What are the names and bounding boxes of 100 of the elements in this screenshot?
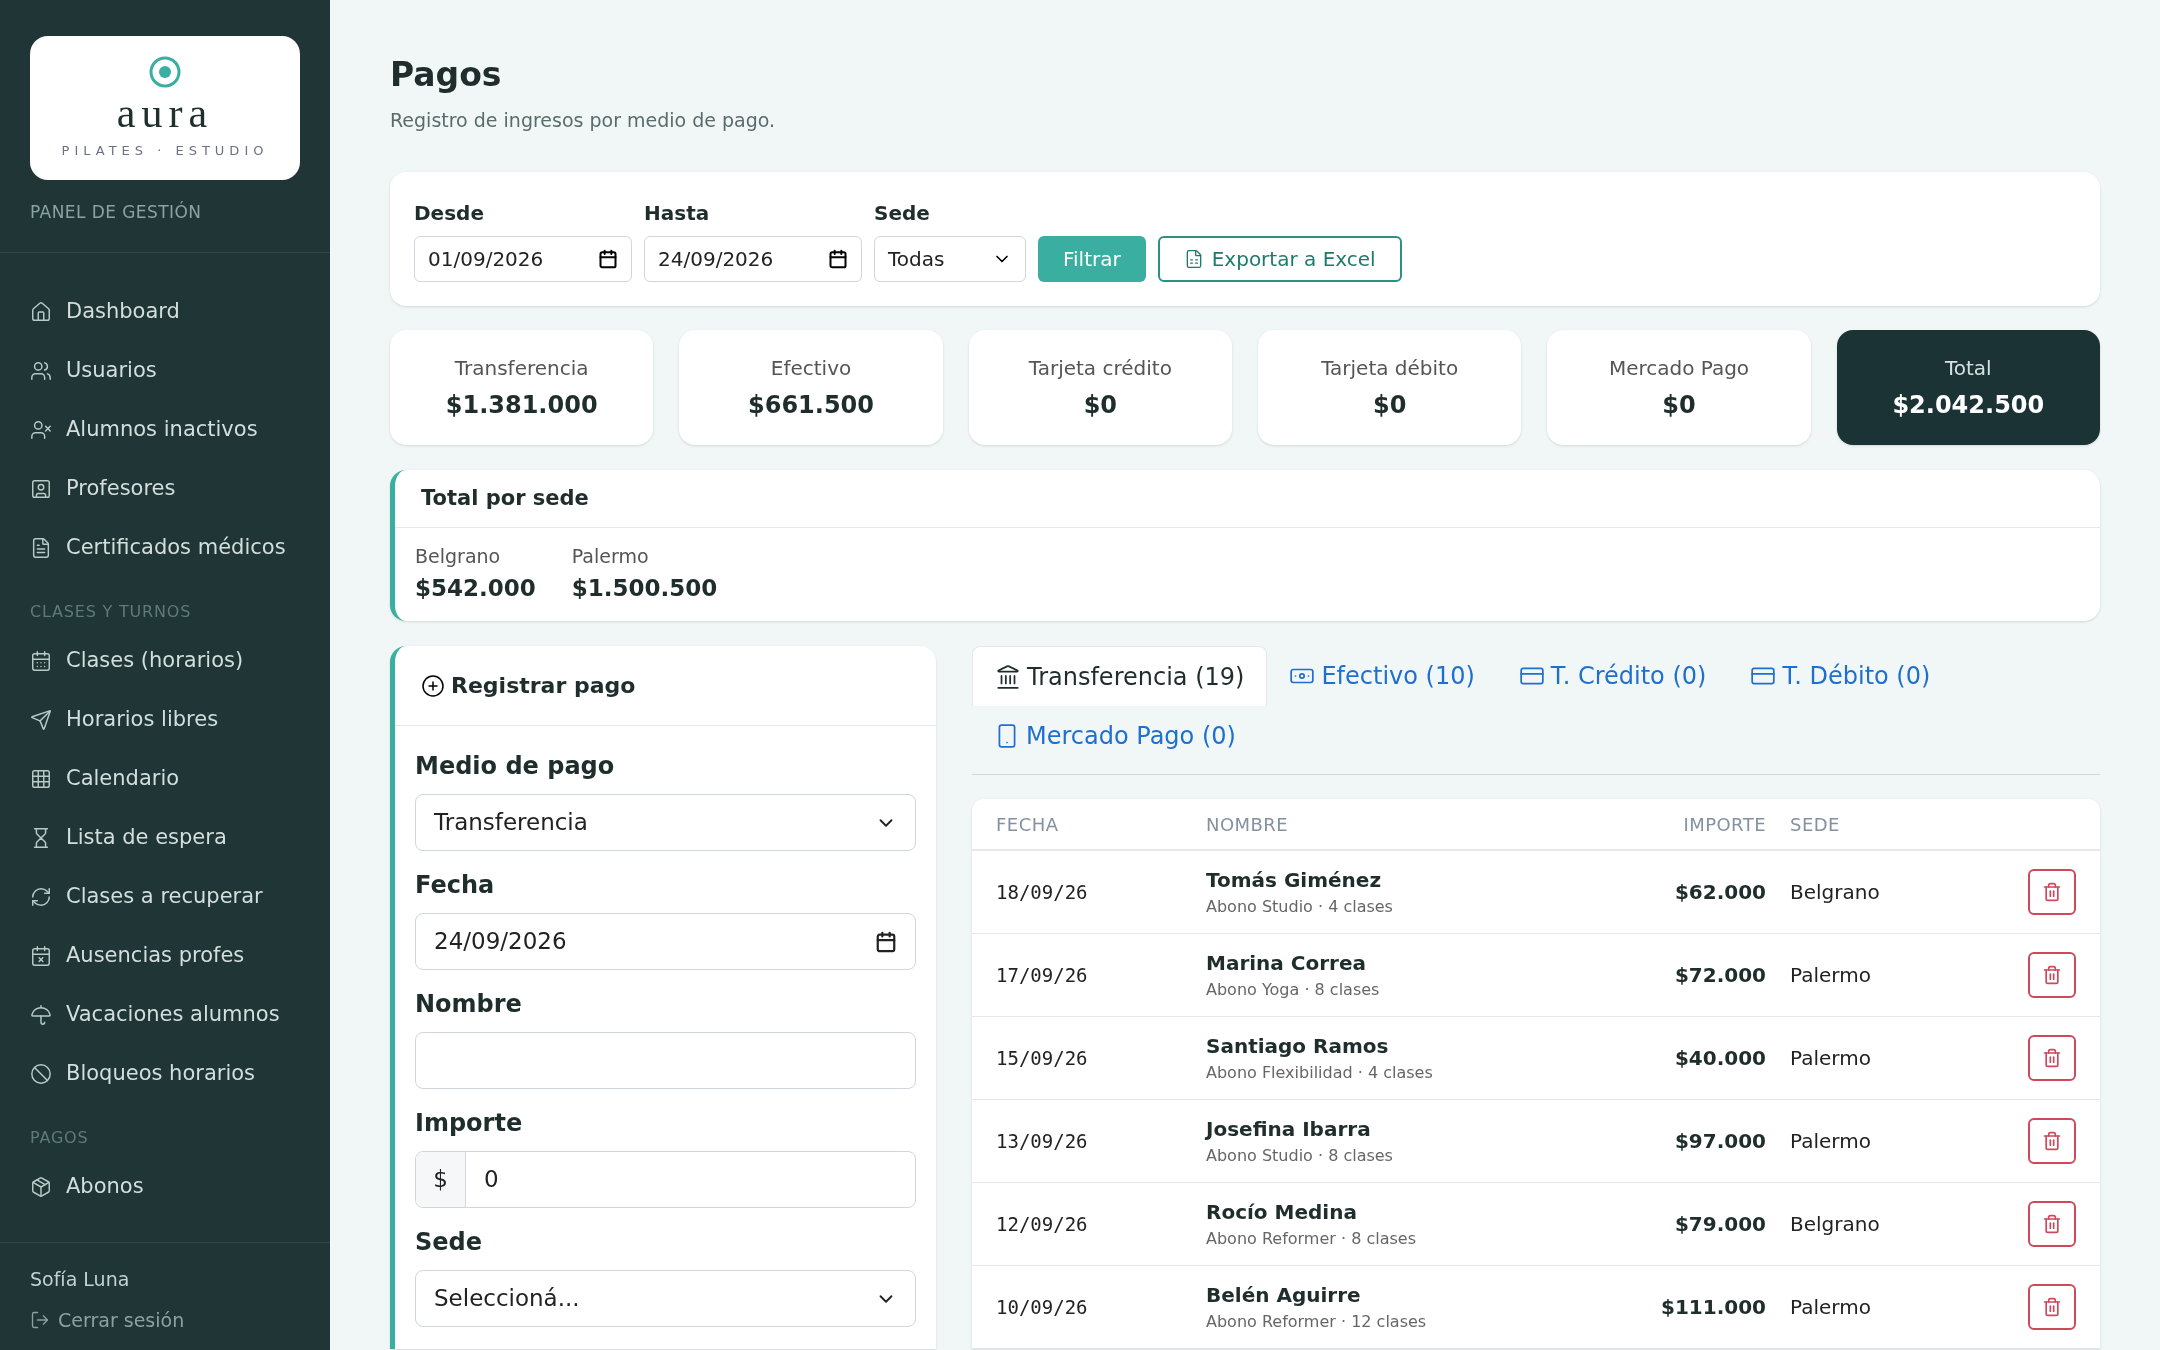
document-icon	[30, 537, 52, 559]
user-name: Sofía Luna	[30, 1267, 131, 1292]
detail-text: Abono Flexibilidad · 4 clases	[1206, 1062, 1434, 1084]
field-label: Sede	[415, 1227, 484, 1258]
sede-card-title: Total por sede	[395, 470, 2100, 528]
amount-cell-text: $62.000	[1673, 879, 1766, 906]
target-icon	[148, 55, 182, 90]
sidebar-item[interactable]: Usuarios	[30, 341, 300, 401]
logout-link[interactable]: Cerrar sesión	[30, 1305, 300, 1334]
amount-field[interactable]: $ 0	[415, 1151, 916, 1208]
sede-cell-text: Palermo	[1789, 1045, 1872, 1072]
sede-value: $1.500.500	[571, 573, 718, 603]
detail-text: Abono Studio · 4 clases	[1206, 896, 1394, 918]
sede-cell-text: Palermo	[1789, 1128, 1872, 1155]
sidebar-item[interactable]: Ausencias profes	[30, 926, 300, 986]
sidebar-item[interactable]: Alumnos inactivos	[30, 400, 300, 460]
home-icon	[30, 301, 52, 323]
paper-plane-icon	[30, 709, 52, 731]
tab[interactable]: Efectivo (10)	[1267, 646, 1497, 706]
amount-cell-text: $97.000	[1673, 1128, 1766, 1155]
user-x-icon	[30, 419, 52, 441]
name-cell-text: Josefina Ibarra	[1206, 1116, 1372, 1143]
sidebar-item[interactable]: Vacaciones alumnos	[30, 985, 300, 1045]
date-field[interactable]: 24/09/2026	[644, 236, 862, 282]
calendar-x-icon	[30, 945, 52, 967]
logo-wordmark: aura	[116, 89, 214, 138]
column-header: IMPORTE	[1682, 812, 1766, 837]
section-heading: CLASES Y TURNOS	[30, 600, 193, 623]
sidebar-item[interactable]: Clases a recuperar	[30, 867, 300, 927]
detail-text: Abono Studio · 8 clases	[1206, 1145, 1394, 1167]
date-cell-text: 10/09/26	[996, 1294, 1089, 1320]
date-field[interactable]: 24/09/2026	[415, 913, 916, 970]
sede-select[interactable]: Todas	[874, 236, 1026, 282]
delete-button[interactable]	[2028, 1201, 2076, 1247]
field-label: Medio de pago	[415, 751, 616, 782]
sidebar-item[interactable]: Bloqueos horarios	[30, 1044, 300, 1104]
page-subtitle: Registro de ingresos por medio de pago.	[390, 107, 777, 133]
delete-button[interactable]	[2028, 869, 2076, 915]
column-header: FECHA	[996, 812, 1060, 837]
name-cell-text: Belén Aguirre	[1206, 1282, 1362, 1309]
total-value: $1.381.000	[445, 389, 598, 421]
field-label: Desde	[414, 200, 485, 227]
sidebar-item[interactable]: Profesores	[30, 459, 300, 519]
delete-button[interactable]	[2028, 1035, 2076, 1081]
date-cell-text: 13/09/26	[996, 1128, 1089, 1154]
column-header: NOMBRE	[1206, 812, 1290, 837]
panel-label: PANEL DE GESTIÓN	[30, 200, 203, 224]
export-button[interactable]: Exportar a Excel	[1157, 236, 1402, 282]
field-label: Nombre	[415, 989, 523, 1020]
tab[interactable]: Transferencia (19)	[972, 646, 1268, 706]
name-cell-text: Santiago Ramos	[1206, 1033, 1390, 1060]
sede-cell-text: Palermo	[1789, 1294, 1872, 1321]
sede-label: Belgrano	[415, 544, 502, 569]
refresh-icon	[30, 886, 52, 908]
name-cell-text: Rocío Medina	[1206, 1199, 1358, 1226]
sede-value: $542.000	[415, 573, 536, 603]
sede-cell-text: Belgrano	[1789, 879, 1881, 906]
select-field[interactable]: Transferencia	[415, 794, 916, 851]
field-label: Sede	[874, 200, 931, 227]
sidebar-item[interactable]: Certificados médicos	[30, 518, 300, 578]
column-header: SEDE	[1789, 812, 1841, 837]
date-cell-text: 15/09/26	[996, 1045, 1089, 1071]
trash-icon	[2042, 965, 2062, 985]
calendar-icon	[828, 249, 848, 269]
total-value: $0	[1372, 389, 1407, 421]
delete-button[interactable]	[2028, 952, 2076, 998]
tab[interactable]: Mercado Pago (0)	[972, 706, 1258, 766]
plus-circle-icon	[421, 673, 445, 698]
umbrella-icon	[30, 1004, 52, 1026]
sidebar-item[interactable]: Lista de espera	[30, 808, 300, 868]
total-value: $0	[1662, 389, 1696, 421]
date-cell-text: 18/09/26	[996, 879, 1089, 905]
total-label: Mercado Pago	[1608, 354, 1750, 382]
sidebar-item[interactable]: Abonos	[30, 1157, 300, 1217]
total-label: Tarjeta crédito	[1028, 354, 1172, 382]
calendar-icon	[30, 650, 52, 672]
sidebar-item[interactable]: Horarios libres	[30, 690, 300, 750]
sidebar-item[interactable]: Dashboard	[30, 282, 300, 342]
delete-button[interactable]	[2028, 1284, 2076, 1330]
field-label: Importe	[415, 1108, 524, 1139]
name-cell-text: Marina Correa	[1206, 950, 1368, 977]
name-cell-text: Tomás Giménez	[1206, 867, 1383, 894]
sidebar-item[interactable]: Clases (horarios)	[30, 631, 300, 691]
date-field[interactable]: 01/09/2026	[414, 236, 632, 282]
input-field[interactable]	[415, 1032, 916, 1089]
prohibited-icon	[30, 1063, 52, 1085]
amount-cell-text: $111.000	[1660, 1294, 1766, 1321]
logout-icon	[30, 1309, 50, 1330]
amount-cell-text: $79.000	[1673, 1211, 1766, 1238]
field-label: Fecha	[415, 870, 496, 901]
tab[interactable]: T. Crédito (0)	[1496, 646, 1729, 706]
section-heading: PAGOS	[30, 1126, 90, 1149]
sidebar-item[interactable]: Calendario	[30, 749, 300, 809]
total-label: Efectivo	[770, 354, 852, 382]
select-field[interactable]: Seleccioná...	[415, 1270, 916, 1327]
total-value: $0	[1083, 389, 1118, 421]
trash-icon	[2042, 1048, 2062, 1068]
tab[interactable]: T. Débito (0)	[1728, 646, 1953, 706]
calendar-icon	[598, 249, 618, 269]
delete-button[interactable]	[2028, 1118, 2076, 1164]
